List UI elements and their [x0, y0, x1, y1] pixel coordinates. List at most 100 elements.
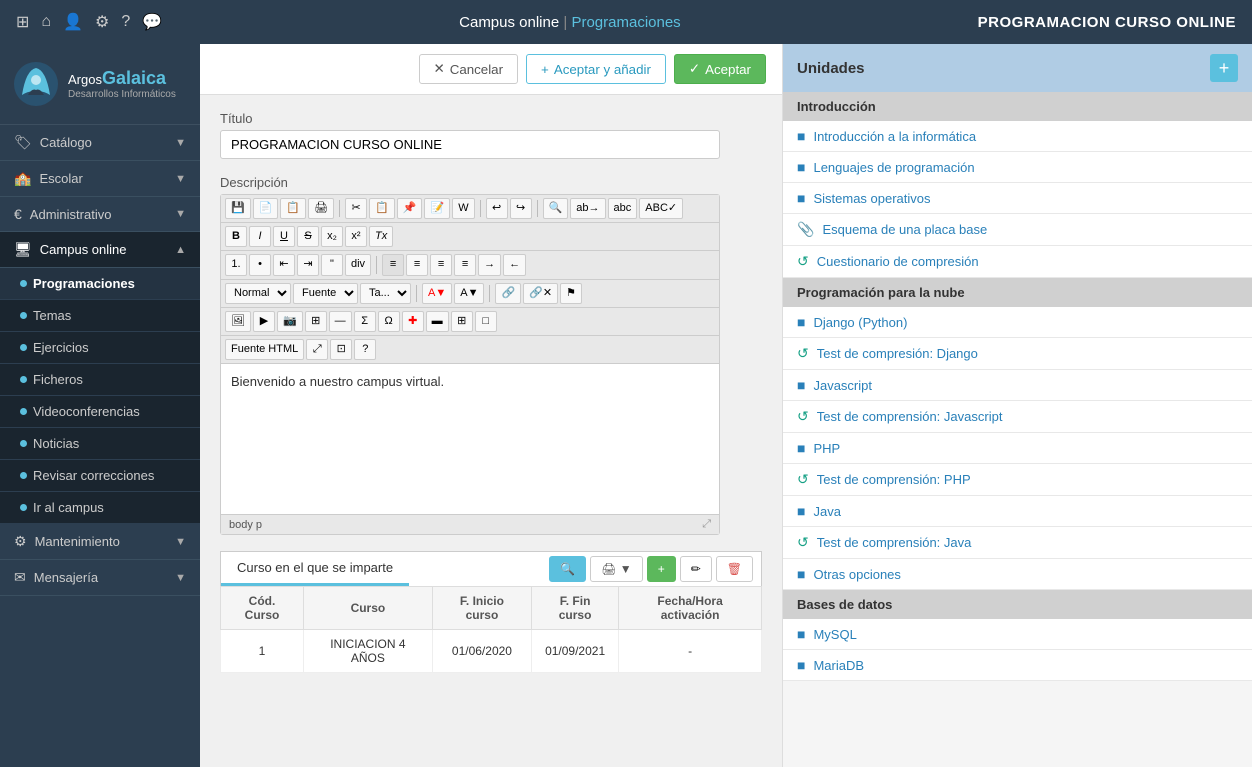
sidebar-sub-revisar[interactable]: Revisar correcciones — [0, 460, 200, 492]
replace-btn[interactable]: ab→ — [570, 198, 605, 219]
sidebar-item-mensajeria[interactable]: ✉Mensajería ▼ — [0, 560, 200, 596]
embed-btn[interactable]: ▬ — [426, 311, 449, 332]
sidebar-item-administrativo[interactable]: €Administrativo ▼ — [0, 197, 200, 232]
superscript-btn[interactable]: x² — [345, 226, 367, 247]
justify-btn[interactable]: ≡ — [454, 254, 476, 275]
editor-resize-handle[interactable]: ⤢ — [702, 518, 711, 531]
ol-btn[interactable]: 1. — [225, 254, 247, 275]
cancel-button[interactable]: ✕ Cancelar — [419, 54, 519, 84]
undo-btn[interactable]: ↩ — [486, 198, 508, 219]
div-btn[interactable]: div — [345, 254, 371, 275]
new-tb-btn[interactable]: 📄 — [253, 198, 279, 219]
rtl-btn[interactable]: ← — [503, 254, 526, 275]
rp-item-intro-informatica[interactable]: ■ Introducción a la informática — [783, 121, 1252, 152]
link-btn[interactable]: 🔗 — [495, 283, 521, 304]
rp-item-intro-lenguajes[interactable]: ■ Lenguajes de programación — [783, 152, 1252, 183]
ltr-btn[interactable]: → — [478, 254, 501, 275]
italic-btn[interactable]: I — [249, 226, 271, 247]
table-row[interactable]: 1 INICIACION 4 AÑOS 01/06/2020 01/09/202… — [221, 630, 762, 673]
underline-btn[interactable]: U — [273, 226, 295, 247]
copy-btn[interactable]: 📋 — [369, 198, 395, 219]
search-course-btn[interactable]: 🔍 — [549, 556, 586, 582]
paste-word-btn[interactable]: W — [452, 198, 474, 219]
show-blocks-btn[interactable]: ⊡ — [330, 339, 352, 360]
source-btn[interactable]: Fuente HTML — [225, 339, 304, 360]
rp-item-otras[interactable]: ■ Otras opciones — [783, 559, 1252, 590]
redo-btn[interactable]: ↪ — [510, 198, 532, 219]
edit-course-btn[interactable]: ✏ — [680, 556, 712, 582]
removeformat-btn[interactable]: Tx — [369, 226, 393, 247]
unlink-btn[interactable]: 🔗✕ — [523, 283, 558, 304]
rp-item-test-javascript[interactable]: ↺ Test de comprensión: Javascript — [783, 401, 1252, 433]
anchor-btn[interactable]: ⚑ — [560, 283, 582, 304]
cut-btn[interactable]: ✂ — [345, 198, 367, 219]
add-accept-button[interactable]: + Aceptar y añadir — [526, 54, 666, 84]
align-right-btn[interactable]: ≡ — [430, 254, 452, 275]
video-btn[interactable]: ▶ — [253, 311, 275, 332]
preview-tb-btn[interactable]: 📋 — [280, 198, 306, 219]
sidebar-item-mantenimiento[interactable]: ⚙Mantenimiento ▼ — [0, 524, 200, 560]
rp-item-test-java[interactable]: ↺ Test de comprensión: Java — [783, 527, 1252, 559]
editor-body[interactable]: Bienvenido a nuestro campus virtual. — [221, 364, 719, 514]
print-course-btn[interactable]: 🖨 ▼ — [590, 556, 642, 582]
sidebar-sub-programaciones[interactable]: Programaciones — [0, 268, 200, 300]
menu-icon[interactable]: ⊞ — [16, 12, 29, 32]
save-tb-btn[interactable]: 💾 — [225, 198, 251, 219]
ul-btn[interactable]: • — [249, 254, 271, 275]
image-btn[interactable]: 🖼 — [225, 311, 251, 332]
print-tb-btn[interactable]: 🖨 — [308, 198, 334, 219]
help-btn[interactable]: ? — [354, 339, 376, 360]
form-btn[interactable]: ✚ — [402, 311, 424, 332]
spell2-btn[interactable]: ABC✓ — [639, 198, 683, 219]
sidebar-sub-ir-campus[interactable]: Ir al campus — [0, 492, 200, 524]
align-center-btn[interactable]: ≡ — [406, 254, 428, 275]
sidebar-sub-ejercicios[interactable]: Ejercicios — [0, 332, 200, 364]
rp-item-php[interactable]: ■ PHP — [783, 433, 1252, 464]
table-btn[interactable]: ⊞ — [305, 311, 327, 332]
subscript-btn[interactable]: x₂ — [321, 226, 343, 247]
rp-item-mysql[interactable]: ■ MySQL — [783, 619, 1252, 650]
widget-btn[interactable]: □ — [475, 311, 497, 332]
settings-icon[interactable]: ⚙ — [95, 12, 109, 32]
bold-btn[interactable]: B — [225, 226, 247, 247]
rp-item-java[interactable]: ■ Java — [783, 496, 1252, 527]
outdent-btn[interactable]: ⇤ — [273, 254, 295, 275]
fullscreen-btn[interactable]: ⤢ — [306, 339, 328, 360]
spellcheck-btn[interactable]: abc — [608, 198, 638, 219]
align-left-btn[interactable]: ≡ — [382, 254, 404, 275]
sidebar-sub-videoconferencias[interactable]: Videoconferencias — [0, 396, 200, 428]
style-select[interactable]: Normal — [225, 283, 291, 304]
sidebar-sub-ficheros[interactable]: Ficheros — [0, 364, 200, 396]
help-icon[interactable]: ? — [121, 13, 130, 31]
blockquote-btn[interactable]: " — [321, 254, 343, 275]
sidebar-item-campus-online[interactable]: 🖥Campus online ▲ Programaciones Temas Ej… — [0, 232, 200, 524]
strikethrough-btn[interactable]: S — [297, 226, 319, 247]
breadcrumb-campus[interactable]: Campus online — [459, 14, 559, 31]
rp-item-intro-sistemas[interactable]: ■ Sistemas operativos — [783, 183, 1252, 214]
hr-btn[interactable]: — — [329, 311, 352, 332]
rp-item-javascript[interactable]: ■ Javascript — [783, 370, 1252, 401]
grid-btn[interactable]: ⊞ — [451, 311, 473, 332]
sidebar-item-escolar[interactable]: 🏫Escolar ▼ — [0, 161, 200, 197]
rp-item-intro-cuestionario[interactable]: ↺ Cuestionario de compresión — [783, 246, 1252, 278]
search-btn[interactable]: 🔍 — [543, 198, 569, 219]
rp-item-test-django[interactable]: ↺ Test de compresión: Django — [783, 338, 1252, 370]
rp-item-test-php[interactable]: ↺ Test de comprensión: PHP — [783, 464, 1252, 496]
delete-course-btn[interactable]: 🗑 — [716, 556, 753, 582]
rp-item-intro-esquema[interactable]: 📎 Esquema de una placa base — [783, 214, 1252, 246]
course-tab[interactable]: Curso en el que se imparte — [221, 552, 409, 586]
paste-text-btn[interactable]: 📝 — [424, 198, 450, 219]
font-color-btn[interactable]: A▼ — [422, 283, 452, 304]
rp-item-mariadb[interactable]: ■ MariaDB — [783, 650, 1252, 681]
size-select[interactable]: Ta... — [360, 283, 411, 304]
message-icon[interactable]: 💬 — [142, 12, 162, 32]
indent-btn[interactable]: ⇥ — [297, 254, 319, 275]
home-icon[interactable]: ⌂ — [41, 13, 51, 31]
bg-color-btn[interactable]: A▼ — [454, 283, 484, 304]
rp-item-django[interactable]: ■ Django (Python) — [783, 307, 1252, 338]
accept-button[interactable]: ✓ Aceptar — [674, 54, 766, 84]
sigma-btn[interactable]: Σ — [354, 311, 376, 332]
sidebar-sub-noticias[interactable]: Noticias — [0, 428, 200, 460]
user-icon[interactable]: 👤 — [63, 12, 83, 32]
breadcrumb-programaciones[interactable]: Programaciones — [571, 14, 680, 31]
